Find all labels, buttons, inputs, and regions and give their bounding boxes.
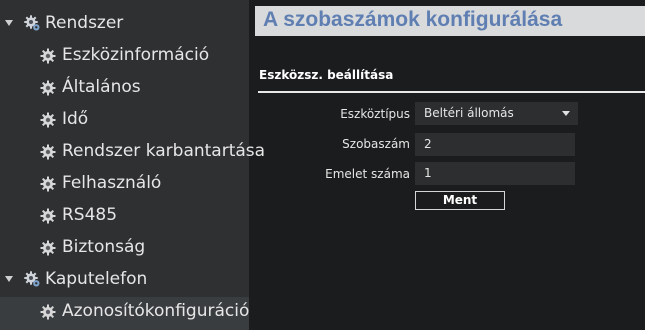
tree-item-label: Rendszer karbantartása bbox=[62, 141, 266, 161]
chevron-down-icon[interactable] bbox=[562, 111, 570, 116]
gear-icon bbox=[40, 176, 56, 192]
tree-group-system[interactable]: Rendszer bbox=[0, 9, 249, 39]
floor-number-input[interactable]: 1 bbox=[415, 162, 575, 185]
gear-icon bbox=[40, 48, 56, 64]
room-number-label: Szobaszám bbox=[342, 137, 410, 151]
gear-icon bbox=[40, 144, 56, 160]
gear-icon bbox=[40, 304, 56, 320]
device-type-select[interactable]: Beltéri állomás bbox=[415, 102, 578, 125]
tree-item-label: Azonosítókonfiguráció bbox=[62, 301, 250, 321]
gear-icon bbox=[40, 208, 56, 224]
tree-item-device-info[interactable]: Eszközinformáció bbox=[0, 41, 249, 71]
floor-number-label: Emelet száma bbox=[325, 167, 410, 181]
save-button[interactable]: Ment bbox=[415, 191, 505, 210]
caret-down-icon[interactable] bbox=[5, 276, 13, 282]
room-number-input[interactable]: 2 bbox=[415, 133, 575, 156]
tree-item-label: Idő bbox=[62, 109, 89, 129]
tree-item-system-maintenance[interactable]: Rendszer karbantartása bbox=[0, 137, 265, 167]
main-panel: A szobaszámok konfigurálása Eszközsz. be… bbox=[255, 0, 645, 330]
section-divider bbox=[258, 91, 645, 93]
tree-item-label: Felhasználó bbox=[62, 173, 162, 193]
gear-group-icon bbox=[24, 15, 40, 31]
floor-number-value: 1 bbox=[424, 166, 432, 180]
room-number-value: 2 bbox=[424, 137, 432, 151]
gear-icon bbox=[40, 112, 56, 128]
tree-item-label: Eszközinformáció bbox=[62, 45, 210, 65]
tree-item-rs485[interactable]: RS485 bbox=[0, 201, 249, 231]
gear-icon bbox=[40, 80, 56, 96]
tree-item-user[interactable]: Felhasználó bbox=[0, 169, 249, 199]
tree-group-intercom[interactable]: Kaputelefon bbox=[0, 265, 249, 295]
gear-group-icon bbox=[24, 271, 40, 287]
tree-item-time[interactable]: Idő bbox=[0, 105, 249, 135]
gear-icon bbox=[40, 240, 56, 256]
tree-item-label: Általános bbox=[62, 77, 141, 97]
tree-item-label: Biztonság bbox=[62, 237, 146, 257]
tree-item-general[interactable]: Általános bbox=[0, 73, 249, 103]
tree-group-label: Kaputelefon bbox=[45, 269, 148, 289]
caret-down-icon[interactable] bbox=[5, 20, 13, 26]
tree-item-label: RS485 bbox=[62, 205, 118, 225]
device-type-value: Beltéri állomás bbox=[424, 106, 514, 120]
tree-group-label: Rendszer bbox=[45, 13, 124, 33]
page-title-bar: A szobaszámok konfigurálása bbox=[255, 6, 645, 36]
tree-item-security[interactable]: Biztonság bbox=[0, 233, 249, 263]
section-title: Eszközsz. beállítása bbox=[259, 68, 394, 82]
page-title: A szobaszámok konfigurálása bbox=[263, 8, 563, 31]
sidebar-tree: Rendszer Eszközinformáció Általános Idő … bbox=[0, 0, 265, 330]
tree-item-id-config[interactable]: Azonosítókonfiguráció bbox=[0, 297, 249, 330]
app-root: Rendszer Eszközinformáció Általános Idő … bbox=[0, 0, 645, 330]
device-type-label: Eszköztípus bbox=[340, 107, 410, 121]
